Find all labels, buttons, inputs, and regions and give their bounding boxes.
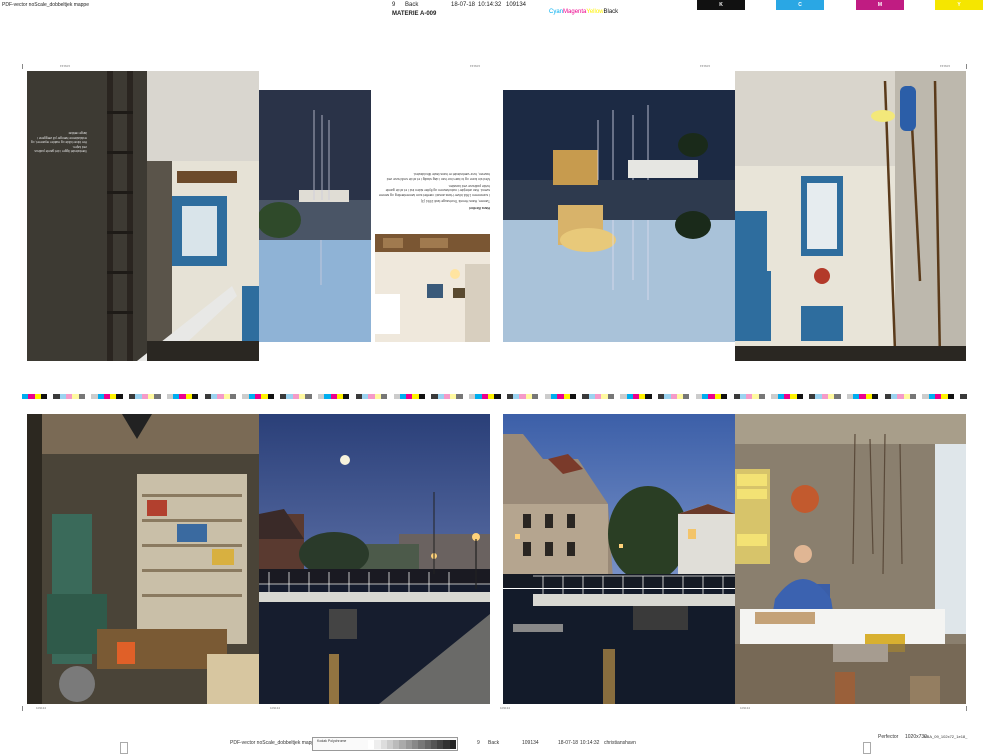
trim-mark (966, 64, 967, 69)
article-heading: Hans Berthel (469, 206, 490, 210)
folio: 109134 (700, 64, 711, 68)
footer-side: Back (488, 740, 500, 746)
article-paragraph: Tømrer, Hans Henrik Thorhauge født 1954 … (420, 199, 490, 204)
registration-mark (863, 742, 871, 754)
photo-workshop-drill-press (27, 414, 259, 704)
header-date: 18-07-18 (451, 2, 476, 8)
folio: 109134 (36, 706, 47, 710)
folio: 109134 (270, 706, 281, 710)
color-patch (960, 394, 967, 399)
footer-file-name: PDF-vector noScale_dobbeltjek mappe (230, 740, 317, 746)
registration-mark (120, 742, 128, 754)
side-note-line: Værkstedet ligger i det gamle pakhus ved… (34, 144, 87, 153)
folio: 109134 (740, 706, 751, 710)
patch-magenta: M (856, 0, 904, 10)
header-page-number: 9 (392, 2, 396, 8)
side-note-line: Her bliver både og møbler repareret, og … (31, 131, 87, 145)
header-file-name: PDF-vector noScale_dobbeltjek mappe (2, 2, 89, 8)
patch-yellow: Y (935, 0, 983, 10)
photo-courtyard-blue-door-inverted (735, 71, 966, 361)
trim-mark (966, 706, 967, 711)
article-paragraph: Med sin kone og to børn bor han i dag st… (386, 172, 490, 182)
header-materie: MATERIE A-009 (392, 11, 437, 17)
folio: 109134 (470, 64, 481, 68)
footer-page-number: 9 (477, 740, 480, 746)
trim-mark (22, 706, 23, 711)
ink-yellow: Yellow (586, 9, 604, 15)
article-text-block: Hans Berthel Tømrer, Hans Henrik Thorhau… (378, 90, 490, 210)
kodak-control-strip: Kodak Polychrome (312, 737, 458, 751)
side-note: Værkstedet ligger i det gamle pakhus ved… (29, 73, 87, 153)
footer-place: christianshavn (604, 740, 636, 746)
patch-cyan: C (776, 0, 824, 10)
photo-bridge-moon-night (259, 414, 490, 704)
footer-date: 18-07-18 (558, 740, 579, 746)
patch-black: K (697, 0, 745, 10)
header-side: Back (405, 2, 419, 8)
grey-step (449, 740, 456, 749)
footer-time: 10:14:32 (580, 740, 600, 746)
footer-job-number: 109134 (522, 740, 539, 746)
color-control-strip (22, 394, 967, 399)
header-job-number: 109134 (506, 2, 527, 8)
photo-living-room (375, 234, 490, 342)
folio: 109134 (500, 706, 511, 710)
photo-harbor-reflection-inverted (503, 90, 735, 342)
photo-workshop-man-at-table (735, 414, 966, 704)
ink-cyan: Cyan (549, 9, 564, 15)
ink-black: Black (603, 9, 619, 15)
ink-magenta: Magenta (563, 9, 587, 15)
folio: 109134 (60, 64, 71, 68)
trim-mark (22, 64, 23, 69)
kodak-label: Kodak Polychrome (317, 739, 347, 743)
article-paragraph: I sommeren 1964 bliver Hans ansat i værf… (378, 183, 490, 197)
ink-names: CyanMagentaYellowBlack (549, 9, 618, 16)
footer-spec: KBA_09_102x72_1e18_ (924, 734, 968, 739)
folio: 109134 (940, 64, 951, 68)
photo-harbor-boats-inverted (259, 90, 371, 342)
footer-plate: Perfector (878, 734, 899, 740)
kodak-grey-steps (368, 740, 456, 749)
photo-harbor-dusk-house (503, 414, 735, 704)
photo-boathouse-kayak: Værkstedet ligger i det gamle pakhus ved… (27, 71, 259, 361)
header-time: 10:14:32 (478, 2, 502, 8)
